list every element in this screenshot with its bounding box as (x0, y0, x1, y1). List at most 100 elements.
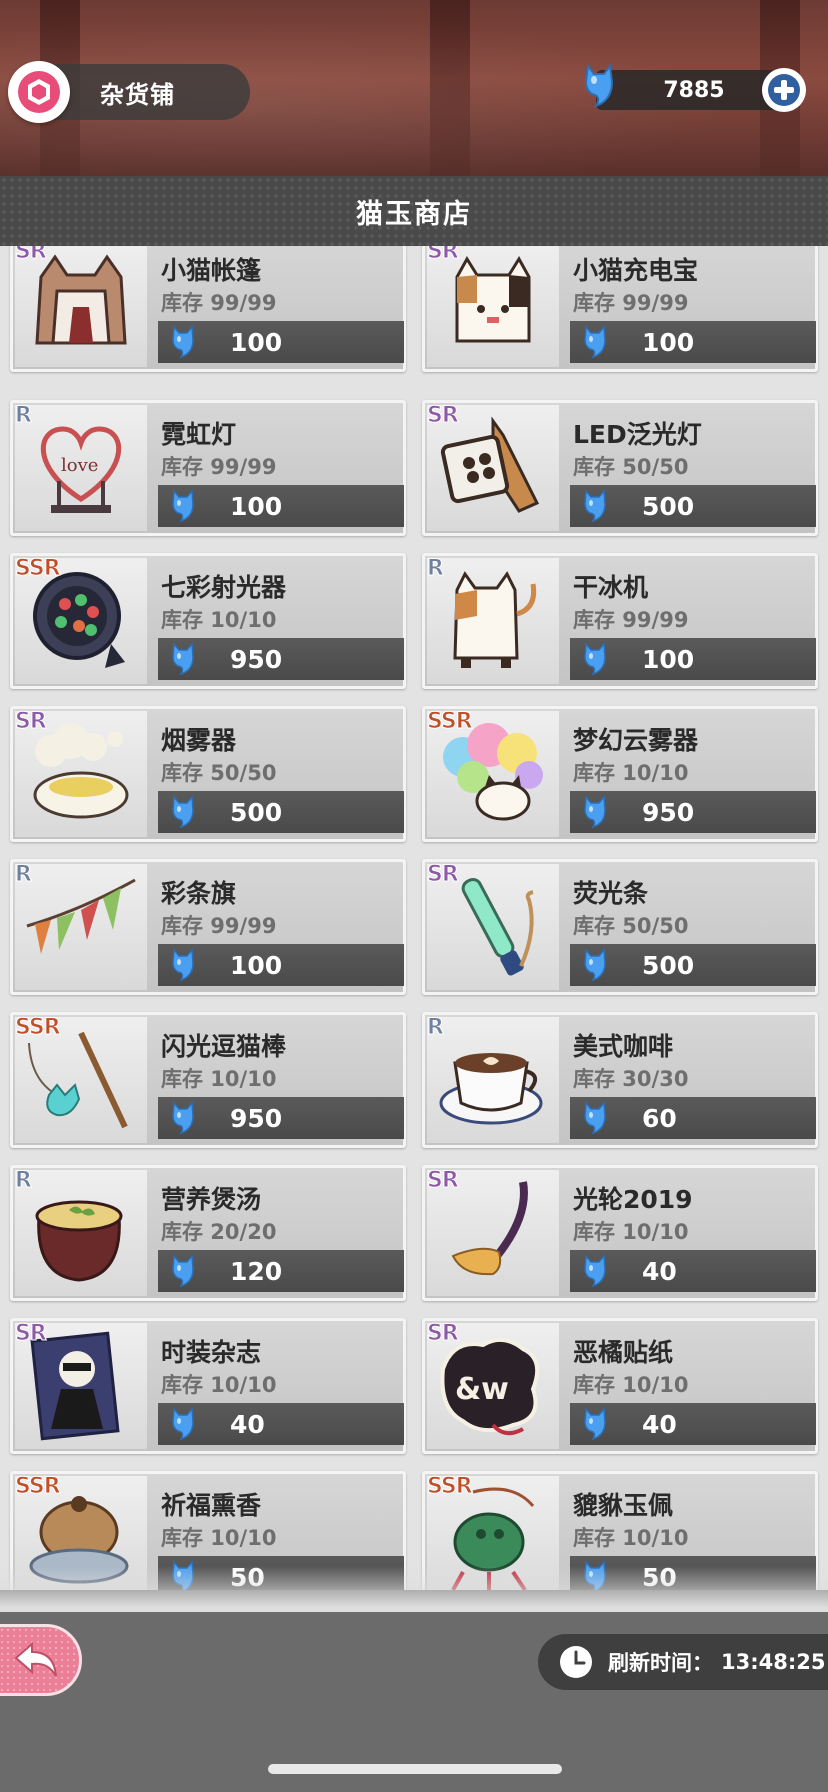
home-indicator[interactable] (268, 1764, 562, 1774)
cat-gem-icon (172, 948, 194, 982)
rarity-badge: SR (427, 1321, 460, 1347)
cat-tent-icon (15, 246, 147, 367)
back-button[interactable] (0, 1624, 82, 1696)
item-price: 950 (230, 1103, 283, 1133)
item-card[interactable]: SR 时装杂志 库存 10/10 40 (10, 1318, 406, 1454)
rarity-badge: SR (15, 246, 48, 265)
rarity-badge: R (15, 403, 33, 429)
item-name: 祈福熏香 (161, 1491, 262, 1520)
item-price: 40 (642, 1256, 677, 1286)
item-price: 100 (642, 644, 695, 674)
item-card[interactable]: &w SR 恶橘贴纸 库存 10/10 40 (422, 1318, 818, 1454)
item-card[interactable]: SSR 梦幻云雾器 库存 10/10 950 (422, 706, 818, 842)
item-stock: 库存 10/10 (573, 1526, 689, 1550)
item-name: 干冰机 (573, 573, 649, 602)
item-price: 40 (230, 1409, 265, 1439)
item-card[interactable]: SR LED泛光灯 库存 50/50 500 (422, 400, 818, 536)
item-stock: 库存 10/10 (161, 1373, 277, 1397)
coffee-cup-icon (427, 1017, 559, 1143)
refresh-label: 刷新时间： (608, 1651, 713, 1675)
buy-button[interactable]: 60 (570, 1097, 816, 1139)
cat-gem-icon (584, 1101, 606, 1135)
rarity-badge: R (15, 1168, 33, 1194)
rarity-badge: SR (427, 403, 460, 429)
item-price: 950 (230, 644, 283, 674)
currency-amount: 7885 (663, 77, 725, 103)
buy-button[interactable]: 40 (570, 1250, 816, 1292)
item-stock: 库存 10/10 (161, 608, 277, 632)
item-card[interactable]: SSR 闪光逗猫棒 库存 10/10 950 (10, 1012, 406, 1148)
item-stock: 库存 99/99 (573, 291, 689, 315)
item-name: 烟雾器 (161, 726, 237, 755)
shop-badge-icon (8, 61, 70, 123)
item-price: 100 (230, 327, 283, 357)
buy-button[interactable]: 950 (158, 638, 404, 680)
cat-gem-icon (584, 1254, 606, 1288)
buy-button[interactable]: 100 (158, 944, 404, 986)
item-card[interactable]: SR 烟雾器 库存 50/50 500 (10, 706, 406, 842)
rarity-badge: SSR (427, 709, 474, 735)
item-card[interactable]: SSR 七彩射光器 库存 10/10 950 (10, 553, 406, 689)
buy-button[interactable]: 500 (158, 791, 404, 833)
item-stock: 库存 50/50 (573, 914, 689, 938)
item-card[interactable]: R 干冰机 库存 99/99 100 (422, 553, 818, 689)
cat-gem-icon (582, 62, 616, 112)
buy-button[interactable]: 100 (158, 321, 404, 363)
rarity-badge: SR (15, 1321, 48, 1347)
item-card[interactable]: R 彩条旗 库存 99/99 100 (10, 859, 406, 995)
item-stock: 库存 99/99 (161, 455, 277, 479)
buy-button[interactable]: 40 (570, 1403, 816, 1445)
refresh-timer: 刷新时间： 13:48:25 (538, 1634, 828, 1690)
cat-gem-icon (172, 325, 194, 359)
buy-button[interactable]: 500 (570, 485, 816, 527)
item-card[interactable]: R 营养煲汤 库存 20/20 120 (10, 1165, 406, 1301)
item-card[interactable]: R 美式咖啡 库存 30/30 60 (422, 1012, 818, 1148)
backdrop-pillar (430, 0, 470, 176)
item-card[interactable]: SR 荧光条 库存 50/50 500 (422, 859, 818, 995)
list-fade-overlay (0, 1566, 828, 1612)
item-price: 100 (642, 327, 695, 357)
item-stock: 库存 10/10 (161, 1526, 277, 1550)
soup-pot-icon (15, 1170, 147, 1296)
item-card[interactable]: love R 霓虹灯 库存 99/99 100 (10, 400, 406, 536)
cat-gem-icon (172, 489, 194, 523)
rarity-badge: R (427, 1015, 445, 1041)
item-card[interactable]: SR 小猫帐篷 库存 99/99 100 (10, 246, 406, 372)
buy-button[interactable]: 40 (158, 1403, 404, 1445)
item-stock: 库存 20/20 (161, 1220, 277, 1244)
buy-button[interactable]: 950 (158, 1097, 404, 1139)
cat-gem-icon (172, 1407, 194, 1441)
item-name: 小猫充电宝 (573, 256, 699, 285)
item-price: 500 (642, 950, 695, 980)
item-stock: 库存 10/10 (573, 1220, 689, 1244)
item-card[interactable]: SR 光轮2019 库存 10/10 40 (422, 1165, 818, 1301)
item-stock: 库存 30/30 (573, 1067, 689, 1091)
item-list[interactable]: SR 小猫帐篷 库存 99/99 100 SR 小猫充电宝 库存 99/99 1… (0, 246, 828, 1590)
item-name: 霓虹灯 (161, 420, 237, 449)
cat-gem-icon (584, 1407, 606, 1441)
add-currency-button[interactable] (762, 68, 806, 112)
buy-button[interactable]: 950 (570, 791, 816, 833)
item-name: 梦幻云雾器 (573, 726, 699, 755)
item-name: 闪光逗猫棒 (161, 1032, 287, 1061)
currency-display: 7885 (596, 70, 782, 110)
buy-button[interactable]: 100 (570, 321, 816, 363)
item-name: 貔貅玉佩 (573, 1491, 674, 1520)
cat-gem-icon (172, 1254, 194, 1288)
rarity-badge: SR (427, 246, 460, 265)
buy-button[interactable]: 100 (570, 638, 816, 680)
bunting-flags-icon (15, 864, 147, 990)
rarity-badge: SR (427, 1168, 460, 1194)
item-stock: 库存 99/99 (573, 608, 689, 632)
buy-button[interactable]: 120 (158, 1250, 404, 1292)
rarity-badge: SR (15, 709, 48, 735)
item-stock: 库存 10/10 (573, 761, 689, 785)
item-stock: 库存 10/10 (573, 1373, 689, 1397)
item-price: 950 (642, 797, 695, 827)
buy-button[interactable]: 100 (158, 485, 404, 527)
refresh-time: 13:48:25 (721, 1650, 826, 1674)
neon-heart-sign-icon: love (15, 405, 147, 531)
cat-gem-icon (584, 948, 606, 982)
item-card[interactable]: SR 小猫充电宝 库存 99/99 100 (422, 246, 818, 372)
buy-button[interactable]: 500 (570, 944, 816, 986)
